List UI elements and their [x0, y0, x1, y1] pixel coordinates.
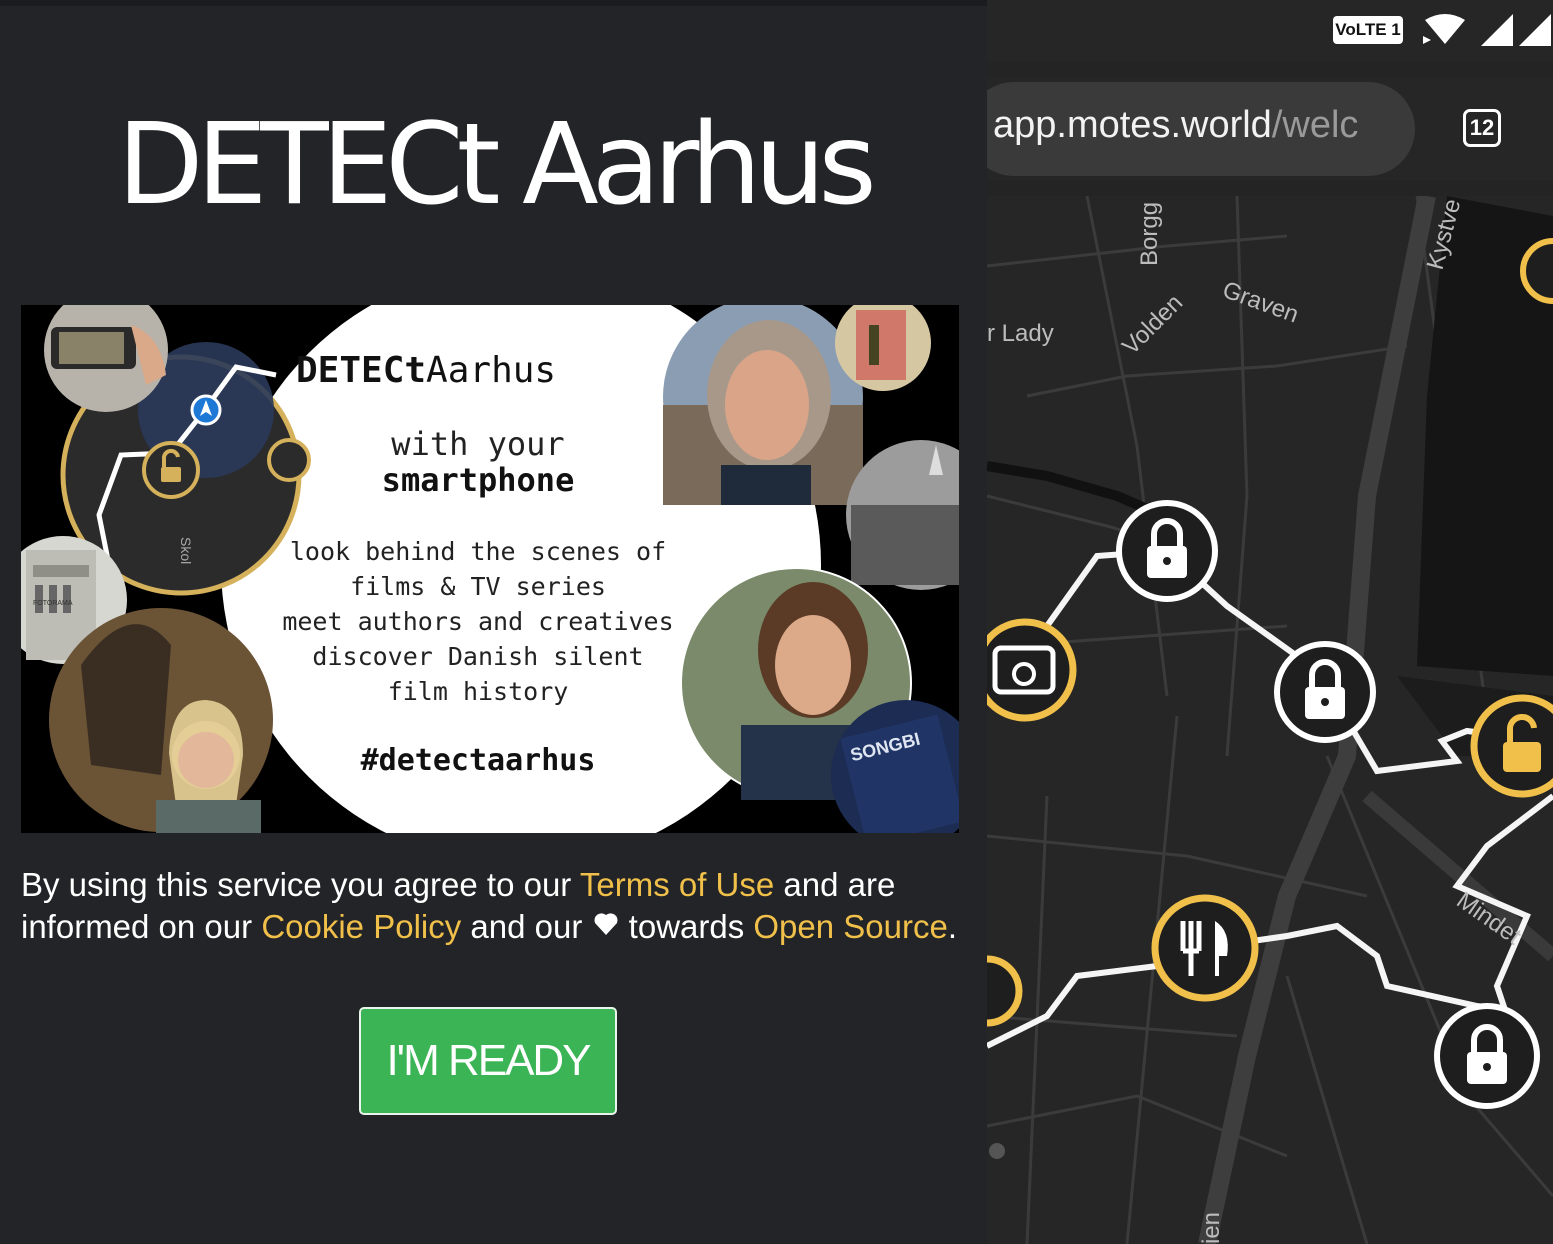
cookie-policy-link[interactable]: Cookie Policy — [261, 908, 461, 945]
camera-marker[interactable] — [987, 618, 1077, 722]
im-ready-button[interactable]: I'M READY — [359, 1007, 617, 1115]
tab-switcher-button[interactable]: 12 — [1463, 109, 1501, 147]
svg-text:smartphone: smartphone — [382, 461, 575, 499]
svg-text:films & TV series: films & TV series — [350, 572, 606, 601]
svg-text:discover Danish silent: discover Danish silent — [312, 642, 643, 671]
app-title: DETECt Aarhus — [117, 100, 877, 230]
volte-badge: VoLTE 1 — [1333, 16, 1403, 44]
svg-text:FOTORAMA: FOTORAMA — [33, 600, 73, 607]
terms-of-use-link[interactable]: Terms of Use — [580, 866, 774, 903]
promo-banner: Skol FOTORAMA SONGBI DETECtAarhus with y… — [21, 305, 959, 833]
wifi-icon — [1425, 14, 1465, 44]
street-label: r Lady — [987, 320, 1054, 347]
svg-text:DETECtAarhus: DETECtAarhus — [296, 350, 556, 391]
consent-part4: towards — [619, 908, 754, 945]
consent-text: By using this service you agree to our T… — [21, 864, 971, 948]
welcome-panel: DETECt Aarhus Skol FOTORAMA SONGBI DETEC… — [0, 0, 987, 1244]
svg-text:#detectaarhus: #detectaarhus — [361, 743, 596, 778]
portrait-photo-woman-blonde — [49, 608, 273, 833]
top-divider — [0, 0, 987, 6]
signal-icon — [1481, 14, 1513, 46]
svg-text:Skol: Skol — [178, 537, 194, 564]
url-host: app.motes.world — [993, 104, 1272, 146]
open-source-link[interactable]: Open Source — [753, 908, 947, 945]
svg-text:film history: film history — [388, 677, 569, 706]
street-label: Borgg — [1136, 202, 1163, 266]
map-panel: VoLTE 1 R app.motes.world/welc 12 Borgg … — [987, 0, 1553, 1244]
svg-text:look behind the scenes of: look behind the scenes of — [290, 537, 666, 566]
lock-marker-unlocked[interactable] — [1470, 694, 1553, 798]
lock-marker-locked[interactable] — [1274, 641, 1376, 743]
consent-part3: and our — [461, 908, 592, 945]
promo-banner-graphic: Skol FOTORAMA SONGBI DETECtAarhus with y… — [21, 305, 959, 833]
url-text[interactable]: app.motes.world/welc — [993, 104, 1358, 147]
url-path: /welc — [1271, 104, 1359, 146]
restaurant-marker[interactable] — [1151, 894, 1259, 1002]
city-map[interactable]: Borgg Kystve Graven r Lady Volden Mindet… — [987, 196, 1553, 1244]
svg-text:meet authors and creatives: meet authors and creatives — [282, 607, 673, 636]
street-label: ien — [1198, 1212, 1225, 1244]
heart-icon — [592, 908, 620, 945]
svg-text:with your: with your — [391, 425, 564, 463]
signal-icons: R — [1423, 14, 1551, 49]
lock-marker-locked[interactable] — [1116, 500, 1218, 602]
svg-text:R: R — [1541, 33, 1551, 49]
map-canvas: Borgg Kystve Graven r Lady Volden Mindet… — [987, 196, 1553, 1244]
partial-marker — [987, 955, 1023, 1027]
consent-part1: By using this service you agree to our — [21, 866, 580, 903]
lock-marker-locked[interactable] — [1434, 1003, 1540, 1109]
portrait-photo-woman-gray — [663, 305, 863, 505]
consent-part5: . — [947, 908, 958, 945]
